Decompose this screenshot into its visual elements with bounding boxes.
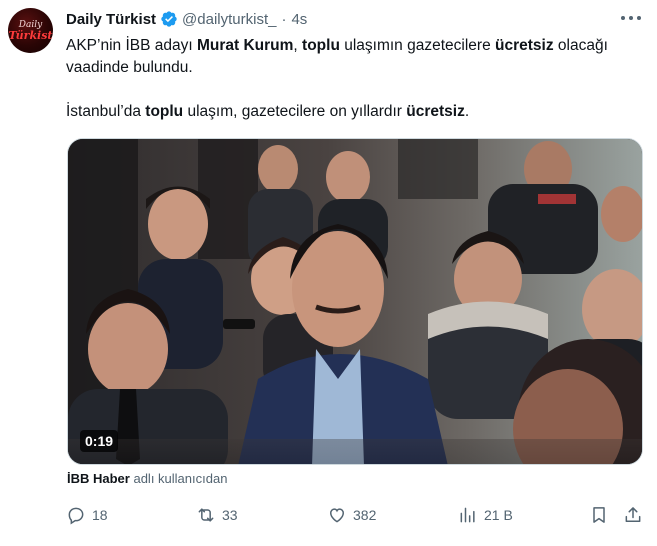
text-run: .	[464, 103, 470, 120]
source-suffix: adlı kullanıcıdan	[129, 471, 228, 486]
reply-count: 18	[92, 507, 108, 523]
views-chart-icon	[460, 507, 475, 523]
text-bold: toplu	[145, 103, 184, 120]
retweet-button[interactable]: 33	[196, 502, 238, 528]
author-handle[interactable]: @dailyturkist_	[182, 11, 276, 28]
tweet-header: Daily Türkist @dailyturkist_ · 4s	[66, 9, 307, 29]
tweet-paragraph-2: İstanbul’da toplu ulaşım, gazetecilere o…	[66, 101, 641, 123]
reply-icon	[68, 507, 84, 525]
views-count: 21 B	[484, 507, 513, 523]
text-run: AKP’nin İBB adayı	[66, 37, 197, 54]
video-player[interactable]: 0:19	[67, 138, 643, 465]
tweet-text: AKP’nin İBB adayı Murat Kurum, toplu ula…	[66, 35, 641, 123]
avatar[interactable]: Daily Türkist	[8, 8, 53, 53]
bookmark-icon	[593, 507, 605, 523]
verified-badge-icon	[160, 10, 178, 28]
text-run: İstanbul’da	[66, 103, 146, 120]
more-dot	[621, 16, 625, 20]
timestamp[interactable]: 4s	[291, 11, 307, 28]
media-source-attribution[interactable]: İBB Haber adlı kullanıcıdan	[67, 471, 227, 486]
bookmark-button[interactable]	[589, 502, 609, 528]
tweet-paragraph-1: AKP’nin İBB adayı Murat Kurum, toplu ula…	[66, 35, 641, 79]
more-options-icon[interactable]	[621, 12, 641, 24]
text-run: ,	[293, 37, 303, 54]
like-count: 382	[353, 507, 377, 523]
tweet-card[interactable]: Daily Türkist Daily Türkist @dailyturkis…	[0, 0, 657, 546]
retweet-icon	[198, 508, 214, 522]
reply-button[interactable]: 18	[66, 502, 108, 528]
share-button[interactable]	[623, 502, 643, 528]
author-name[interactable]: Daily Türkist	[66, 11, 156, 28]
retweet-count: 33	[222, 507, 238, 523]
views-button[interactable]: 21 B	[458, 502, 513, 528]
more-dot	[629, 16, 633, 20]
text-bold: ücretsiz	[495, 37, 554, 54]
share-icon	[625, 507, 641, 522]
text-run: ulaşım, gazetecilere on yıllardır	[183, 103, 407, 120]
tweet-actions: 18 33 382 21 B	[0, 502, 657, 528]
like-button[interactable]: 382	[327, 502, 376, 528]
video-thumbnail	[68, 139, 642, 464]
heart-icon	[329, 508, 345, 523]
more-dot	[637, 16, 641, 20]
separator-dot: ·	[281, 10, 287, 28]
avatar-logo-line2: Türkist	[8, 28, 53, 42]
video-duration-badge: 0:19	[80, 430, 119, 452]
text-run: ulaşımın gazetecilere	[339, 37, 495, 54]
source-account-name[interactable]: İBB Haber	[67, 471, 130, 486]
text-bold: toplu	[302, 37, 340, 54]
text-bold: ücretsiz	[406, 103, 465, 120]
text-bold: Murat Kurum	[196, 37, 294, 54]
